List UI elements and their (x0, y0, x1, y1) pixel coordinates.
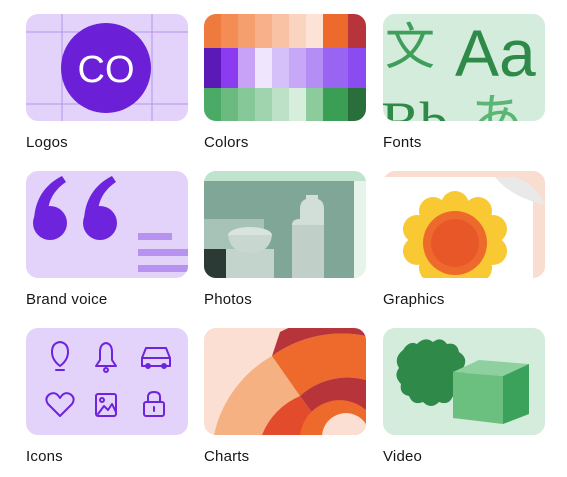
fonts-illustration: 文 Aa Bb あ (383, 16, 536, 121)
bell-icon (95, 342, 117, 373)
graphics-label[interactable]: Graphics (383, 291, 445, 308)
font-glyph-cjk: 文 (385, 18, 435, 76)
font-glyph-hiragana: あ (469, 88, 523, 121)
graphics-illustration (383, 177, 545, 278)
car-icon (141, 347, 171, 369)
photos-illustration (204, 171, 366, 278)
brand-voice-tile[interactable] (26, 171, 188, 278)
font-glyph-bottom-latin: Bb (383, 90, 449, 121)
lock-icon (143, 391, 165, 417)
icons-illustration (45, 341, 171, 417)
fonts-label[interactable]: Fonts (383, 134, 422, 151)
colors-illustration (204, 14, 366, 121)
video-illustration (396, 339, 529, 424)
photos-tile[interactable] (204, 171, 366, 278)
colors-tile[interactable] (204, 14, 366, 121)
logos-tile[interactable]: CO (26, 14, 188, 121)
logo-text: CO (78, 49, 135, 91)
colors-label[interactable]: Colors (204, 134, 249, 151)
heart-icon (45, 392, 75, 417)
lightbulb-icon (51, 341, 69, 371)
image-icon (95, 393, 117, 417)
charts-tile[interactable] (204, 328, 366, 435)
photos-label[interactable]: Photos (204, 291, 252, 308)
fonts-tile[interactable]: 文 Aa Bb あ (383, 14, 545, 121)
video-label[interactable]: Video (383, 448, 422, 465)
icons-tile[interactable] (26, 328, 188, 435)
font-glyph-latin: Aa (455, 16, 536, 90)
charts-label[interactable]: Charts (204, 448, 249, 465)
icons-label[interactable]: Icons (26, 448, 63, 465)
quote-marks-icon (33, 176, 117, 240)
charts-illustration (214, 328, 366, 435)
logos-label[interactable]: Logos (26, 134, 68, 151)
graphics-tile[interactable] (383, 171, 545, 278)
logos-illustration: CO (26, 14, 188, 121)
brand-voice-label[interactable]: Brand voice (26, 291, 107, 308)
video-tile[interactable] (383, 328, 545, 435)
brand-voice-illustration (33, 176, 188, 272)
